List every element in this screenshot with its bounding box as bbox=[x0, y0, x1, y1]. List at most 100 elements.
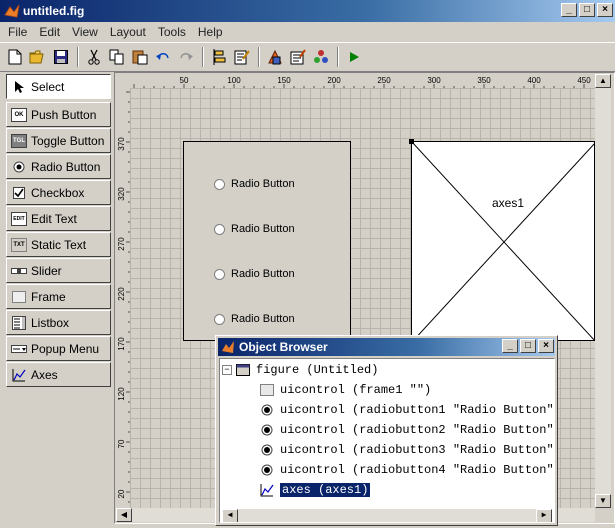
copy-button[interactable] bbox=[106, 46, 128, 68]
align-button[interactable] bbox=[208, 46, 230, 68]
minimize-button[interactable]: _ bbox=[561, 3, 577, 17]
align-icon bbox=[213, 49, 226, 65]
tree-node-label: uicontrol (radiobutton4 "Radio Button") bbox=[280, 463, 555, 477]
new-button[interactable] bbox=[4, 46, 26, 68]
tree-node-radiobutton1[interactable]: uicontrol (radiobutton1 "Radio Button") bbox=[260, 401, 555, 419]
radiobutton3[interactable]: Radio Button bbox=[214, 268, 295, 280]
scroll-down-button[interactable]: ▼ bbox=[595, 494, 611, 508]
collapse-icon[interactable]: − bbox=[222, 365, 232, 375]
object-tree: − figure (Untitled) uicontrol (frame1 ""… bbox=[219, 358, 555, 523]
tree-node-radiobutton4[interactable]: uicontrol (radiobutton4 "Radio Button") bbox=[260, 461, 555, 479]
toolbar-separator bbox=[337, 47, 339, 67]
redo-button[interactable] bbox=[175, 46, 197, 68]
save-button[interactable] bbox=[50, 46, 72, 68]
maximize-button[interactable]: □ bbox=[579, 3, 595, 17]
scroll-left-button[interactable]: ◀ bbox=[116, 508, 132, 522]
menu-bar: File Edit View Layout Tools Help bbox=[0, 22, 615, 41]
palette-axes[interactable]: Axes bbox=[6, 362, 111, 387]
ruler-label: 70 bbox=[117, 439, 126, 448]
menu-tools[interactable]: Tools bbox=[152, 25, 192, 39]
ob-scroll-left-button[interactable]: ◀ bbox=[222, 509, 238, 522]
radiobutton2[interactable]: Radio Button bbox=[214, 223, 295, 235]
tree-node-label: uicontrol (frame1 "") bbox=[280, 383, 432, 397]
object-editor-button[interactable] bbox=[287, 46, 309, 68]
ruler-label: 270 bbox=[117, 237, 126, 251]
vertical-scrollbar[interactable]: ▲ ▼ bbox=[595, 74, 611, 508]
frame-icon bbox=[11, 290, 27, 304]
object-browser-icon bbox=[314, 50, 328, 63]
palette-static-text[interactable]: TXT Static Text bbox=[6, 232, 111, 257]
tree-node-label: uicontrol (radiobutton1 "Radio Button") bbox=[280, 403, 555, 417]
ruler-label: 400 bbox=[527, 76, 541, 85]
run-button[interactable] bbox=[343, 46, 365, 68]
toolbar-separator bbox=[258, 47, 260, 67]
tree-node-radiobutton2[interactable]: uicontrol (radiobutton2 "Radio Button") bbox=[260, 421, 555, 439]
tree-node-axes1[interactable]: axes (axes1) bbox=[260, 481, 371, 499]
undo-button[interactable] bbox=[152, 46, 174, 68]
radio-circle bbox=[214, 178, 225, 190]
palette-popup-menu[interactable]: Popup Menu bbox=[6, 336, 111, 361]
palette-label: Select bbox=[31, 79, 65, 94]
property-inspector-button[interactable] bbox=[264, 46, 286, 68]
tree-node-figure[interactable]: − figure (Untitled) bbox=[222, 361, 378, 379]
menu-help[interactable]: Help bbox=[192, 25, 229, 39]
object-browser-window-icon bbox=[222, 341, 234, 353]
run-icon bbox=[350, 52, 359, 62]
tree-node-label: uicontrol (radiobutton2 "Radio Button") bbox=[280, 423, 555, 437]
menu-view[interactable]: View bbox=[66, 25, 104, 39]
menu-edit[interactable]: Edit bbox=[33, 25, 66, 39]
radiobutton1[interactable]: Radio Button bbox=[214, 178, 295, 190]
palette-slider[interactable]: Slider bbox=[6, 258, 111, 283]
menu-layout[interactable]: Layout bbox=[104, 25, 152, 39]
palette-checkbox[interactable]: Checkbox bbox=[6, 180, 111, 205]
ruler-label: 200 bbox=[327, 76, 341, 85]
axes-icon bbox=[11, 368, 27, 382]
ob-minimize-button[interactable]: _ bbox=[502, 339, 518, 353]
tree-node-radiobutton3[interactable]: uicontrol (radiobutton3 "Radio Button") bbox=[260, 441, 554, 459]
palette-radio-button[interactable]: Radio Button bbox=[6, 154, 111, 179]
palette-select[interactable]: Select bbox=[6, 74, 111, 99]
cut-icon bbox=[88, 49, 100, 65]
frame1[interactable] bbox=[183, 141, 351, 341]
radio-button-icon bbox=[260, 403, 274, 417]
ob-maximize-button[interactable]: □ bbox=[520, 339, 536, 353]
cut-button[interactable] bbox=[83, 46, 105, 68]
palette-label: Slider bbox=[31, 263, 62, 278]
palette-push-button[interactable]: OK Push Button bbox=[6, 102, 111, 127]
object-browser-horizontal-scrollbar[interactable]: ◀ ▶ bbox=[222, 509, 552, 522]
new-icon bbox=[8, 49, 22, 65]
palette-listbox[interactable]: Listbox bbox=[6, 310, 111, 335]
palette-label: Checkbox bbox=[31, 185, 85, 200]
toolbar bbox=[0, 42, 615, 72]
toolbar-separator bbox=[202, 47, 204, 67]
tree-node-frame1[interactable]: uicontrol (frame1 "") bbox=[260, 381, 431, 399]
axes1[interactable]: axes1 bbox=[411, 141, 595, 341]
copy-icon bbox=[109, 49, 124, 65]
open-button[interactable] bbox=[27, 46, 49, 68]
ruler-label: 370 bbox=[117, 137, 126, 151]
selection-handle[interactable] bbox=[409, 139, 414, 144]
window-title: untitled.fig bbox=[23, 4, 85, 18]
palette-label: Popup Menu bbox=[31, 341, 100, 356]
menu-editor-button[interactable] bbox=[231, 46, 253, 68]
close-button[interactable]: × bbox=[597, 3, 613, 17]
matlab-logo-icon bbox=[4, 4, 20, 18]
radio-circle bbox=[214, 223, 225, 235]
toolbar-separator bbox=[77, 47, 79, 67]
tree-node-label: figure (Untitled) bbox=[256, 363, 379, 377]
object-browser-button[interactable] bbox=[310, 46, 332, 68]
menu-file[interactable]: File bbox=[2, 25, 33, 39]
ob-scroll-right-button[interactable]: ▶ bbox=[536, 509, 552, 522]
ruler-label: 100 bbox=[227, 76, 241, 85]
palette-edit-text[interactable]: EDIT Edit Text bbox=[6, 206, 111, 231]
palette-toggle-button[interactable]: TGL Toggle Button bbox=[6, 128, 111, 153]
popup-menu-icon bbox=[11, 342, 27, 356]
scroll-up-button[interactable]: ▲ bbox=[595, 74, 611, 88]
palette-frame[interactable]: Frame bbox=[6, 284, 111, 309]
paste-button[interactable] bbox=[129, 46, 151, 68]
palette-label: Push Button bbox=[31, 107, 97, 122]
push-button-icon: OK bbox=[11, 107, 27, 122]
radiobutton4[interactable]: Radio Button bbox=[214, 313, 295, 325]
ob-close-button[interactable]: × bbox=[538, 339, 554, 353]
object-browser-title-bar[interactable]: Object Browser _ □ × bbox=[218, 338, 555, 356]
